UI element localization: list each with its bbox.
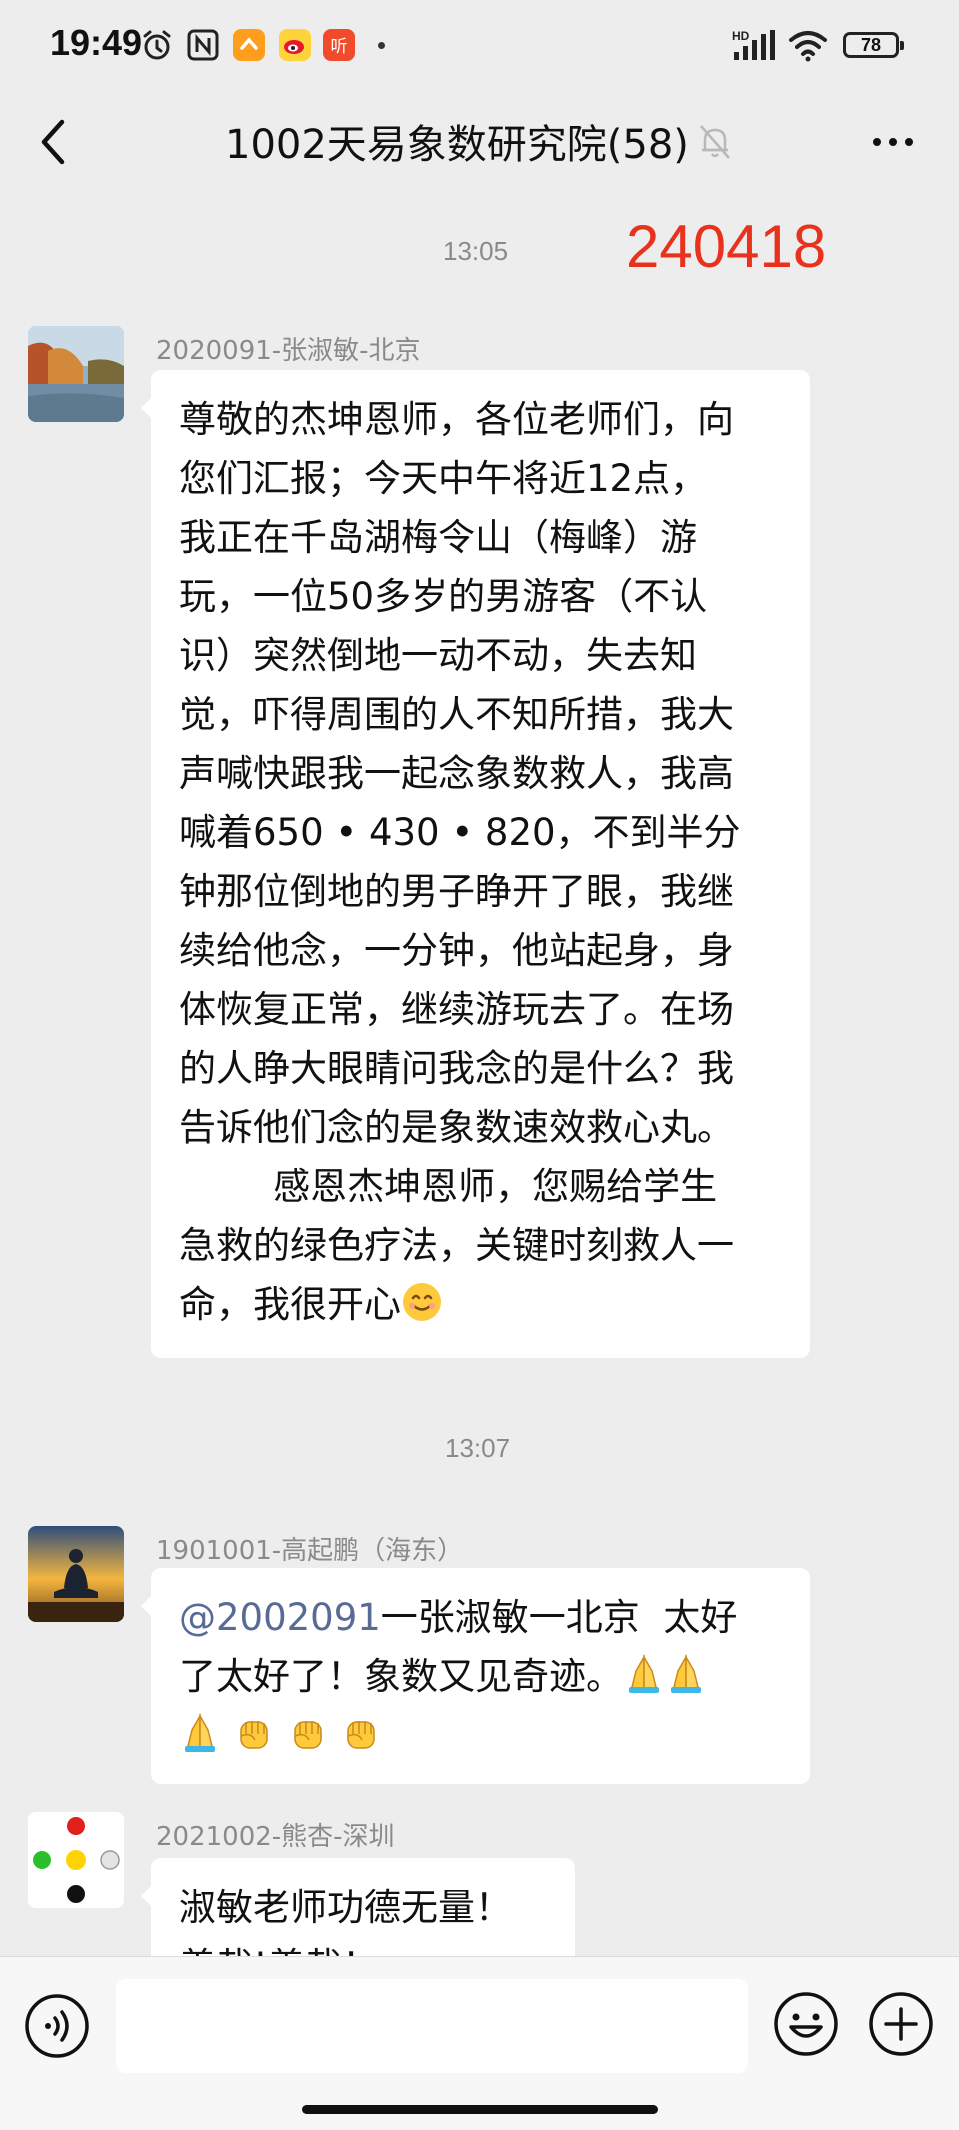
message-timestamp: 13:07 <box>445 1433 511 1463</box>
message-text: 命，我很开心 <box>179 1283 401 1326</box>
message-line: 玩，一位50多岁的男游客（不认 <box>179 575 708 618</box>
voice-icon[interactable] <box>24 1993 90 2059</box>
notification-dot <box>378 42 385 49</box>
message-line: 急救的绿色疗法，关键时刻救人一 <box>179 1224 734 1267</box>
message-line: 淑敏老师功德无量！ <box>179 1886 512 1929</box>
app-icon-red: 听 <box>323 29 355 61</box>
message-line: 命，我很开心 <box>179 1275 784 1334</box>
message-line: 了太好了！象数又见奇迹。 <box>179 1647 784 1706</box>
message-line: 喊着650 • 430 • 820，不到半分 <box>179 811 741 854</box>
fist-emoji <box>293 1721 322 1749</box>
home-indicator[interactable] <box>302 2105 658 2114</box>
mention-link[interactable]: @2002091 <box>179 1596 381 1639</box>
status-time: 19:49 <box>50 22 143 63</box>
message-line: 声喊快跟我一起念象数救人，我高 <box>179 752 734 795</box>
mute-bell-icon <box>700 125 730 159</box>
fist-emoji <box>240 1721 268 1749</box>
message-line: 我正在千岛湖梅令山（梅峰）游 <box>179 516 697 559</box>
message-line: 善哉!善哉！ <box>179 1937 549 1956</box>
alarm-icon <box>143 30 171 60</box>
chat-title: 1002天易象数研究院(58) <box>225 122 689 168</box>
back-icon[interactable] <box>34 114 74 170</box>
pray-emoji <box>671 1654 701 1693</box>
message-line: 感恩杰坤恩师，您赐给学生 <box>179 1165 718 1208</box>
chat-header: 1002天易象数研究院(58) <box>0 92 959 192</box>
message-timestamp: 13:05 <box>443 236 509 266</box>
avatar[interactable] <box>28 1526 124 1622</box>
nfc-icon <box>187 29 219 61</box>
date-annotation: 240418 <box>626 213 827 280</box>
message-line: 觉，吓得周围的人不知所措，我大 <box>179 693 734 736</box>
input-bar <box>0 1956 959 2130</box>
svg-text:HD: HD <box>732 29 750 43</box>
message-line: 告诉他们念的是象数速效救心丸。 <box>179 1106 734 1149</box>
pray-emoji <box>185 1713 215 1752</box>
hd-signal-icon: HD <box>732 29 775 60</box>
wifi-icon <box>789 31 827 62</box>
message-text: 了太好了！象数又见奇迹。 <box>179 1655 623 1698</box>
sender-name: 2020091-张淑敏-北京 <box>156 336 421 366</box>
message-line: @2002091一张淑敏一北京 太好 <box>179 1588 784 1647</box>
message-line: 的人睁大眼睛问我念的是什么？我 <box>179 1047 734 1090</box>
battery-level: 78 <box>860 35 882 55</box>
avatar[interactable] <box>28 326 124 422</box>
message-bubble[interactable]: 尊敬的杰坤恩师，各位老师们，向 您们汇报；今天中午将近12点， 我正在千岛湖梅令… <box>141 370 810 1358</box>
svg-text:听: 听 <box>331 37 348 57</box>
message-line: 尊敬的杰坤恩师，各位老师们，向 <box>179 398 734 441</box>
message-bubble[interactable]: 淑敏老师功德无量！ 善哉!善哉！ <box>141 1858 575 1956</box>
sender-name: 1901001-高起鹏（海东） <box>156 1536 464 1566</box>
emoji-icon[interactable] <box>773 1991 839 2057</box>
message-line: 识）突然倒地一动不动，失去知 <box>179 634 697 677</box>
message-line <box>179 1706 784 1765</box>
message-line: 钟那位倒地的男子睁开了眼，我继 <box>179 870 734 913</box>
message-line: 续给他念，一分钟，他站起身，身 <box>179 929 734 972</box>
status-bar: 19:49 听 HD 78 <box>0 0 959 92</box>
fist-emoji <box>347 1721 376 1749</box>
more-icon[interactable] <box>868 122 918 162</box>
message-line: 您们汇报；今天中午将近12点， <box>179 457 708 500</box>
message-text: 一张淑敏一北京 太好 <box>380 1596 738 1639</box>
message-input[interactable] <box>116 1979 748 2073</box>
app-icon-orange <box>233 29 265 61</box>
message-clip: 淑敏老师功德无量！ 善哉!善哉！ <box>0 1850 959 1956</box>
message-line: 体恢复正常，继续游玩去了。在场 <box>179 988 734 1031</box>
sender-name: 2021002-熊杏-深圳 <box>156 1822 395 1852</box>
weibo-icon <box>279 29 311 61</box>
message-bubble[interactable]: @2002091一张淑敏一北京 太好 了太好了！象数又见奇迹。 <box>141 1568 810 1784</box>
avatar-landscape-image <box>28 326 124 422</box>
pray-emoji <box>629 1654 659 1693</box>
smile-emoji <box>403 1283 441 1321</box>
battery-icon: 78 <box>843 32 904 58</box>
avatar-meditation-image <box>28 1526 124 1622</box>
plus-icon[interactable] <box>868 1991 934 2057</box>
